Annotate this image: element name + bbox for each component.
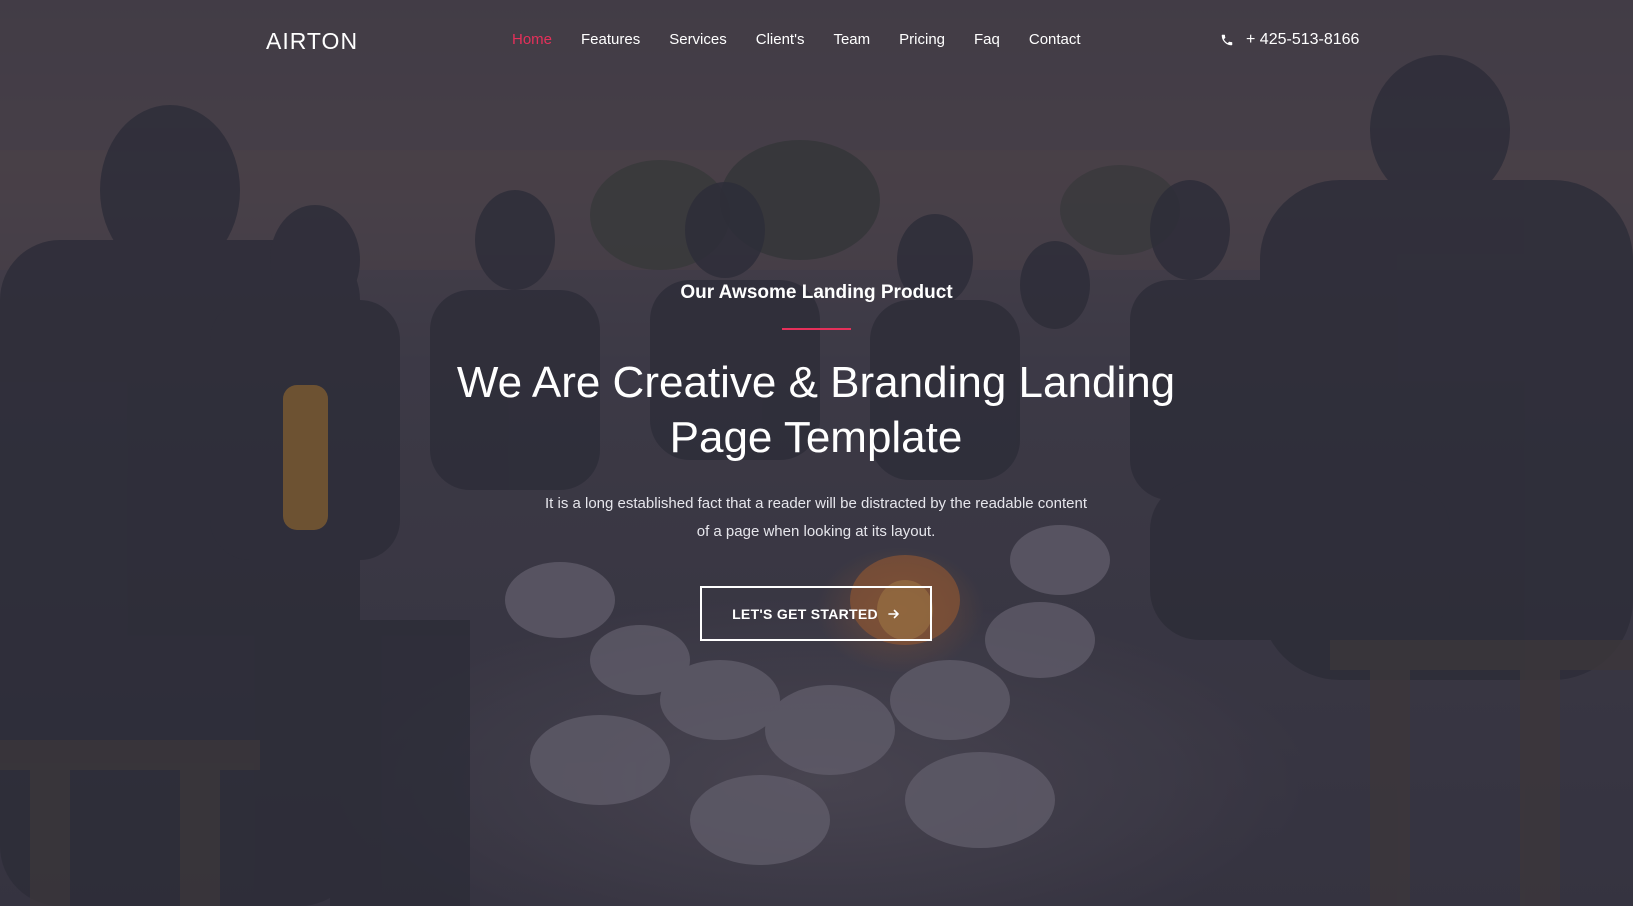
accent-divider (782, 328, 851, 330)
headline-line-1: We Are Creative & Branding Landing (456, 358, 1176, 407)
description-line-2: of a page when looking at its layout. (696, 523, 936, 540)
hero-eyebrow: Our Awsome Landing Product (680, 282, 953, 303)
headline-line-2: Page Template (669, 413, 963, 462)
get-started-label: LET'S GET STARTED (732, 605, 878, 622)
hero-description: It is a long established fact that a rea… (516, 490, 1116, 546)
hero-headline: We Are Creative & Branding Landing Page … (416, 355, 1216, 465)
arrow-right-icon (888, 609, 899, 618)
description-line-1: It is a long established fact that a rea… (545, 495, 1087, 512)
hero-content: Our Awsome Landing Product We Are Creati… (0, 0, 1633, 906)
get-started-button[interactable]: LET'S GET STARTED (700, 586, 932, 641)
